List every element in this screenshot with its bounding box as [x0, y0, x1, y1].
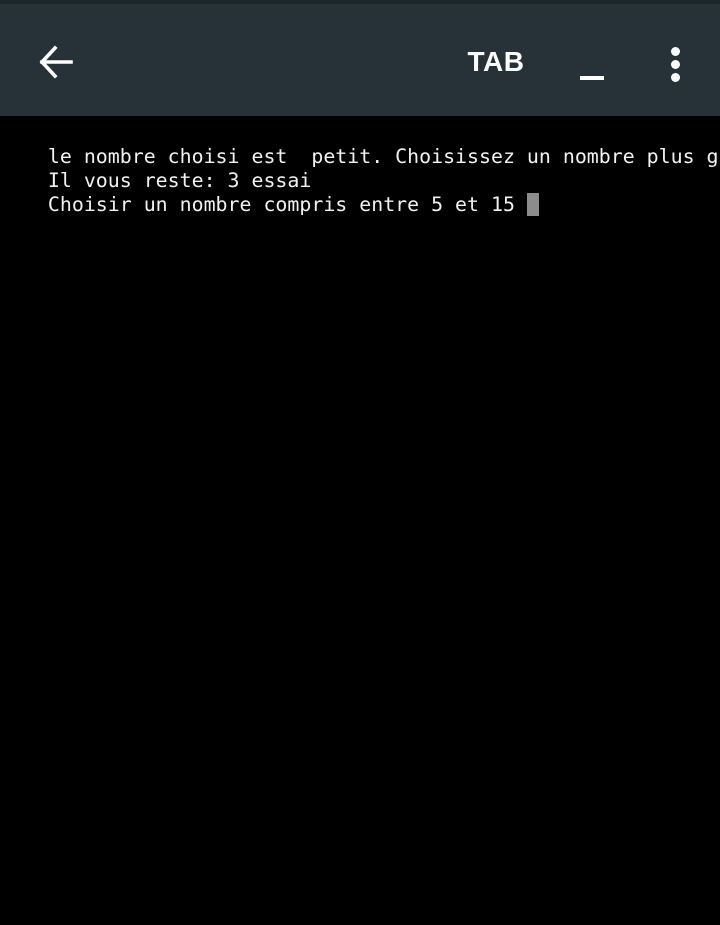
- terminal-prompt-line: Choisir un nombre compris entre 5 et 15: [0, 169, 539, 216]
- terminal-line: le nombre choisi est petit. Choisissez u…: [47, 145, 720, 168]
- tab-key-label: TAB: [467, 46, 525, 77]
- terminal-output[interactable]: le nombre choisi est petit. Choisissez u…: [0, 116, 720, 925]
- underscore-icon: [580, 76, 604, 80]
- underscore-key-button[interactable]: [560, 34, 624, 94]
- back-button[interactable]: [28, 34, 84, 90]
- overflow-menu-button[interactable]: [652, 40, 700, 88]
- terminal-line: Il vous reste: 3 essai: [47, 169, 312, 192]
- text-cursor: [526, 193, 539, 216]
- tab-key-button[interactable]: TAB: [458, 40, 534, 84]
- arrow-left-icon: [39, 45, 73, 79]
- app-bar: TAB: [0, 0, 720, 116]
